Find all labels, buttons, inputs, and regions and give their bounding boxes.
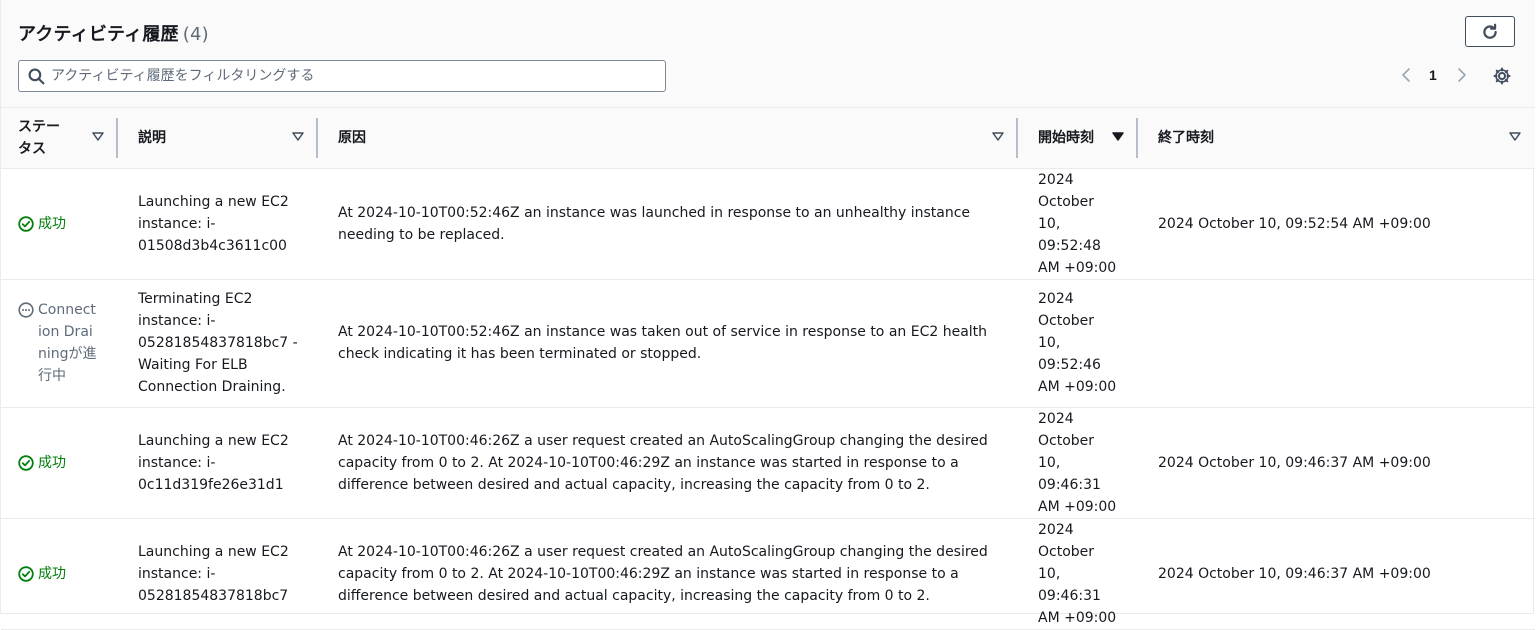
end-time-cell — [1138, 279, 1535, 408]
table-row: Connection Drainingが進行中 Terminating EC2 … — [1, 279, 1535, 408]
status-indicator: Connection Drainingが進行中 — [18, 299, 98, 387]
chevron-left-icon[interactable] — [1399, 66, 1413, 84]
column-header-end-time[interactable]: 終了時刻 — [1138, 108, 1535, 169]
sort-caret-outline-icon[interactable] — [92, 132, 104, 142]
current-page-number[interactable]: 1 — [1429, 67, 1437, 83]
search-icon — [28, 68, 45, 85]
sort-caret-outline-icon[interactable] — [1509, 132, 1521, 142]
search-box — [18, 60, 666, 92]
table-row: 成功 Launching a new EC2 instance: i-01508… — [1, 168, 1535, 280]
chevron-right-icon[interactable] — [1455, 66, 1469, 84]
start-time-cell: 2024 October 10, 09:46:31 AM +09:00 — [1018, 407, 1138, 519]
column-header-description[interactable]: 説明 — [118, 108, 318, 169]
gear-icon[interactable] — [1492, 66, 1512, 86]
sort-caret-outline-icon[interactable] — [292, 132, 304, 142]
refresh-button[interactable] — [1465, 16, 1515, 47]
status-text: 成功 — [38, 565, 66, 582]
cause-cell: At 2024-10-10T00:46:26Z a user request c… — [318, 407, 1018, 519]
start-time-cell: 2024 October 10, 09:46:31 AM +09:00 — [1018, 518, 1138, 630]
column-header-status[interactable]: ステータス — [1, 108, 118, 169]
status-indicator: 成功 — [18, 563, 98, 585]
status-cell: 成功 — [1, 518, 118, 630]
table-row: 成功 Launching a new EC2 instance: i-0c11d… — [1, 407, 1535, 519]
activity-table: ステータス 説明 原因 開始時刻 終了時刻 成功 Launching a new… — [1, 108, 1535, 630]
start-time-cell: 2024 October 10, 09:52:46 AM +09:00 — [1018, 279, 1138, 408]
cause-cell: At 2024-10-10T00:52:46Z an instance was … — [318, 168, 1018, 280]
column-header-start-time[interactable]: 開始時刻 — [1018, 108, 1138, 169]
end-time-cell: 2024 October 10, 09:52:54 AM +09:00 — [1138, 168, 1535, 280]
status-text: 成功 — [38, 215, 66, 232]
table-row: 成功 Launching a new EC2 instance: i-05281… — [1, 518, 1535, 630]
table-header-row: ステータス 説明 原因 開始時刻 終了時刻 — [1, 108, 1535, 169]
title-count: (4) — [182, 24, 209, 45]
status-text: 成功 — [38, 454, 66, 471]
check-circle-icon — [18, 454, 34, 471]
status-text: Connection Drainingが進行中 — [38, 302, 97, 384]
column-header-cause[interactable]: 原因 — [318, 108, 1018, 169]
cause-cell: At 2024-10-10T00:46:26Z a user request c… — [318, 518, 1018, 630]
refresh-icon — [1483, 23, 1497, 39]
page-title: アクティビティ履歴 (4) — [18, 20, 209, 46]
description-cell: Terminating EC2 instance: i-052818548378… — [118, 279, 318, 408]
start-time-cell: 2024 October 10, 09:52:48 AM +09:00 — [1018, 168, 1138, 280]
sort-caret-filled-icon[interactable] — [1112, 132, 1124, 142]
status-indicator: 成功 — [18, 213, 98, 235]
status-cell: 成功 — [1, 168, 118, 280]
status-cell: 成功 — [1, 407, 118, 519]
status-indicator: 成功 — [18, 452, 98, 474]
title-text: アクティビティ履歴 — [18, 24, 179, 45]
check-circle-icon — [18, 565, 34, 582]
cause-cell: At 2024-10-10T00:52:46Z an instance was … — [318, 279, 1018, 408]
end-time-cell: 2024 October 10, 09:46:37 AM +09:00 — [1138, 518, 1535, 630]
sort-caret-outline-icon[interactable] — [992, 132, 1004, 142]
activity-history-panel: アクティビティ履歴(4) 1 — [0, 0, 1535, 630]
description-cell: Launching a new EC2 instance: i-05281854… — [118, 518, 318, 630]
in-progress-icon — [18, 302, 34, 318]
end-time-cell: 2024 October 10, 09:46:37 AM +09:00 — [1138, 407, 1535, 519]
description-cell: Launching a new EC2 instance: i-0c11d319… — [118, 407, 318, 519]
status-cell: Connection Drainingが進行中 — [1, 279, 118, 408]
search-input[interactable] — [51, 65, 651, 87]
check-circle-icon — [18, 215, 34, 232]
description-cell: Launching a new EC2 instance: i-01508d3b… — [118, 168, 318, 280]
